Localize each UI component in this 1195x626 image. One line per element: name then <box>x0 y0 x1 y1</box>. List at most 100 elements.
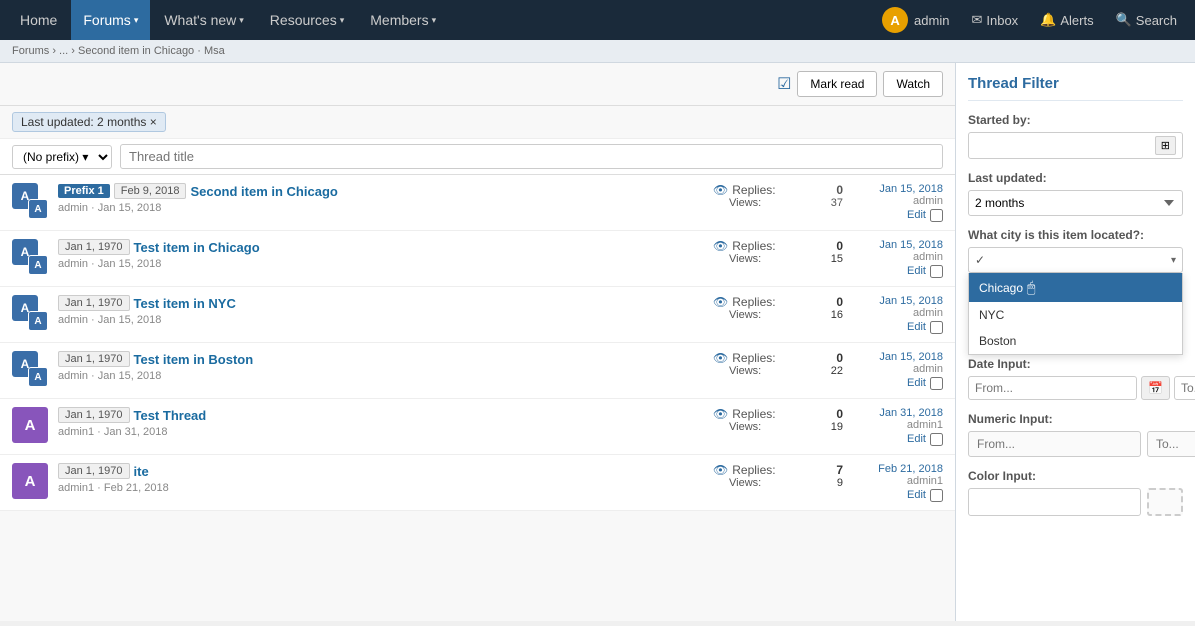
thread-checkbox[interactable] <box>930 209 943 222</box>
alerts-icon: 🔔 <box>1040 12 1056 28</box>
mark-read-button[interactable]: Mark read <box>797 71 877 97</box>
started-by-icon-btn[interactable]: ⊞ <box>1155 136 1176 155</box>
search-label: Search <box>1136 13 1177 28</box>
thread-list: A A Prefix 1 Feb 9, 2018 Second item in … <box>0 175 955 511</box>
thread-body: Jan 1, 1970 Test Thread admin1 · Jan 31,… <box>58 407 703 438</box>
admin-avatar: A <box>882 7 908 33</box>
inbox-label: Inbox <box>986 13 1018 28</box>
check-icon: ☑ <box>777 74 791 94</box>
city-option-nyc[interactable]: NYC <box>969 302 1182 328</box>
thread-row: A A Jan 1, 1970 Test item in NYC admin ·… <box>0 287 955 343</box>
search-icon: 🔍 <box>1116 12 1132 28</box>
admin-user-menu[interactable]: A admin <box>872 0 959 40</box>
inbox-icon: ✉ <box>971 12 982 28</box>
nav-forums[interactable]: Forums ▾ <box>71 0 150 40</box>
thread-title-input[interactable] <box>120 144 943 169</box>
thread-title-link[interactable]: Second item in Chicago <box>190 184 337 199</box>
nav-whats-new-label: What's new <box>164 12 236 28</box>
top-nav: Home Forums ▾ What's new ▾ Resources ▾ M… <box>0 0 1195 40</box>
nav-members[interactable]: Members ▾ <box>358 0 448 40</box>
filter-tag[interactable]: Last updated: 2 months × <box>12 112 166 132</box>
color-picker-box[interactable] <box>1147 488 1183 516</box>
filter-tags-area: Last updated: 2 months × <box>0 106 955 139</box>
thread-tags: Prefix 1 Feb 9, 2018 Second item in Chic… <box>58 183 703 199</box>
city-option-chicago-label: Chicago <box>979 281 1023 295</box>
nav-resources[interactable]: Resources ▾ <box>258 0 356 40</box>
thread-checkbox[interactable] <box>930 321 943 334</box>
thread-title-link[interactable]: Test item in NYC <box>134 296 236 311</box>
watch-button[interactable]: Watch <box>883 71 943 97</box>
thread-filter-sidebar: Thread Filter Started by: ⊞ Last updated… <box>955 63 1195 621</box>
filter-tag-label: Last updated: 2 months × <box>21 115 157 129</box>
thread-row: A A Prefix 1 Feb 9, 2018 Second item in … <box>0 175 955 231</box>
date-from-calendar-btn[interactable]: 📅 <box>1141 376 1170 400</box>
avatar: A <box>12 463 48 499</box>
avatar-stack: A A <box>12 351 48 387</box>
city-option-boston[interactable]: Boston <box>969 328 1182 354</box>
search-button[interactable]: 🔍 Search <box>1106 0 1187 40</box>
city-label: What city is this item located?: <box>968 228 1183 242</box>
thread-stats: 👁 Replies: Views: <box>713 183 803 209</box>
color-text-input[interactable] <box>968 488 1141 516</box>
thread-meta: admin · Jan 15, 2018 <box>58 202 703 214</box>
nav-whats-new-caret: ▾ <box>239 15 244 26</box>
last-updated-label: Last updated: <box>968 171 1183 185</box>
thread-checkbox[interactable] <box>930 265 943 278</box>
avatar-secondary: A <box>28 199 48 219</box>
thread-row: A Jan 1, 1970 ite admin1 · Feb 21, 2018 … <box>0 455 955 511</box>
edit-link[interactable]: Edit <box>907 321 926 334</box>
cursor-indicator: 🖱 <box>1027 279 1035 296</box>
thread-checkbox[interactable] <box>930 433 943 446</box>
avatar-stack: A A <box>12 295 48 331</box>
city-select-display[interactable]: ✓ ▾ <box>968 247 1183 273</box>
thread-title-link[interactable]: Test item in Chicago <box>134 240 260 255</box>
nav-resources-label: Resources <box>270 12 337 28</box>
city-dropdown-list: Chicago 🖱 NYC Boston <box>968 273 1183 355</box>
thread-last-post: Jan 15, 2018 admin Edit <box>853 183 943 222</box>
edit-link[interactable]: Edit <box>907 489 926 502</box>
prefix-select[interactable]: (No prefix) ▾ <box>12 145 112 169</box>
alerts-button[interactable]: 🔔 Alerts <box>1030 0 1103 40</box>
thread-title-link[interactable]: Test item in Boston <box>134 352 254 367</box>
date-to-input[interactable] <box>1174 376 1195 400</box>
edit-link[interactable]: Edit <box>907 265 926 278</box>
numeric-to-input[interactable] <box>1147 431 1195 457</box>
admin-label: admin <box>914 13 949 28</box>
filter-title: Thread Filter <box>968 75 1183 101</box>
breadcrumb: Forums › ... › Second item in Chicago · … <box>0 40 1195 63</box>
thread-date-tag: Feb 9, 2018 <box>114 183 187 199</box>
nav-forums-caret: ▾ <box>134 15 139 26</box>
started-by-label: Started by: <box>968 113 1183 127</box>
thread-row: A A Jan 1, 1970 Test item in Chicago adm… <box>0 231 955 287</box>
thread-title-link[interactable]: Test Thread <box>134 408 207 423</box>
started-by-input[interactable] <box>975 139 1155 153</box>
thread-counts: 0 37 <box>813 183 843 209</box>
alerts-label: Alerts <box>1060 13 1093 28</box>
nav-home[interactable]: Home <box>8 0 69 40</box>
thread-row: A Jan 1, 1970 Test Thread admin1 · Jan 3… <box>0 399 955 455</box>
content-area: ☑ Mark read Watch Last updated: 2 months… <box>0 63 955 621</box>
city-option-chicago[interactable]: Chicago 🖱 <box>969 273 1182 302</box>
city-option-boston-label: Boston <box>979 334 1016 348</box>
thread-checkbox[interactable] <box>930 489 943 502</box>
numeric-from-input[interactable] <box>968 431 1141 457</box>
nav-whats-new[interactable]: What's new ▾ <box>152 0 255 40</box>
thread-title-link[interactable]: ite <box>134 464 149 479</box>
inbox-button[interactable]: ✉ Inbox <box>961 0 1028 40</box>
thread-body: Prefix 1 Feb 9, 2018 Second item in Chic… <box>58 183 703 214</box>
edit-link[interactable]: Edit <box>907 377 926 390</box>
date-from-input[interactable] <box>968 376 1137 400</box>
avatar-stack: A A <box>12 183 48 219</box>
nav-forums-label: Forums <box>83 12 130 28</box>
edit-link[interactable]: Edit <box>907 209 926 222</box>
thread-checkbox[interactable] <box>930 377 943 390</box>
city-option-nyc-label: NYC <box>979 308 1004 322</box>
edit-link[interactable]: Edit <box>907 433 926 446</box>
chevron-down-icon: ▾ <box>1171 255 1176 266</box>
action-bar: ☑ Mark read Watch <box>0 63 955 106</box>
nav-members-label: Members <box>370 12 428 28</box>
color-input-label: Color Input: <box>968 469 1183 483</box>
thread-body: Jan 1, 1970 Test item in NYC admin · Jan… <box>58 295 703 326</box>
thread-row: A A Jan 1, 1970 Test item in Boston admi… <box>0 343 955 399</box>
last-updated-select[interactable]: 2 months 1 month 3 months 6 months 1 yea… <box>968 190 1183 216</box>
